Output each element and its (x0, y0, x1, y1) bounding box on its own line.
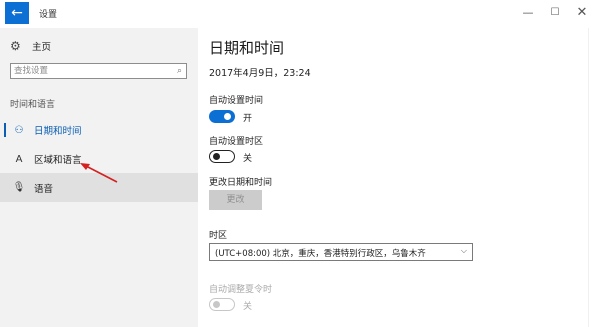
page-title: 日期和时间 (209, 39, 285, 57)
auto-time-toggle[interactable] (209, 110, 235, 123)
timezone-label: 时区 (209, 231, 228, 241)
auto-time-state: 开 (243, 114, 253, 124)
annotation-arrow-icon (80, 163, 118, 183)
toggle-knob (213, 300, 220, 308)
current-date-time: 2017年4月9日，23:24 (209, 68, 311, 79)
toggle-knob (213, 152, 220, 160)
dst-state: 关 (243, 302, 253, 312)
auto-timezone-state: 关 (243, 154, 253, 164)
change-datetime-label: 更改日期和时间 (209, 178, 273, 188)
chevron-down-icon: ⌵ (460, 246, 467, 255)
dst-toggle[interactable] (209, 298, 235, 311)
timezone-value: (UTC+08:00) 北京，重庆，香港特别行政区，乌鲁木齐 (215, 249, 426, 259)
toggle-knob (224, 113, 231, 120)
auto-timezone-label: 自动设置时区 (209, 137, 264, 147)
change-button[interactable]: 更改 (209, 190, 262, 210)
dst-label: 自动调整夏令时 (209, 285, 273, 295)
scrollbar-track[interactable] (588, 28, 589, 327)
auto-timezone-toggle[interactable] (209, 150, 235, 163)
auto-time-label: 自动设置时间 (209, 96, 264, 106)
timezone-select[interactable]: (UTC+08:00) 北京，重庆，香港特别行政区，乌鲁木齐 ⌵ (209, 243, 473, 261)
